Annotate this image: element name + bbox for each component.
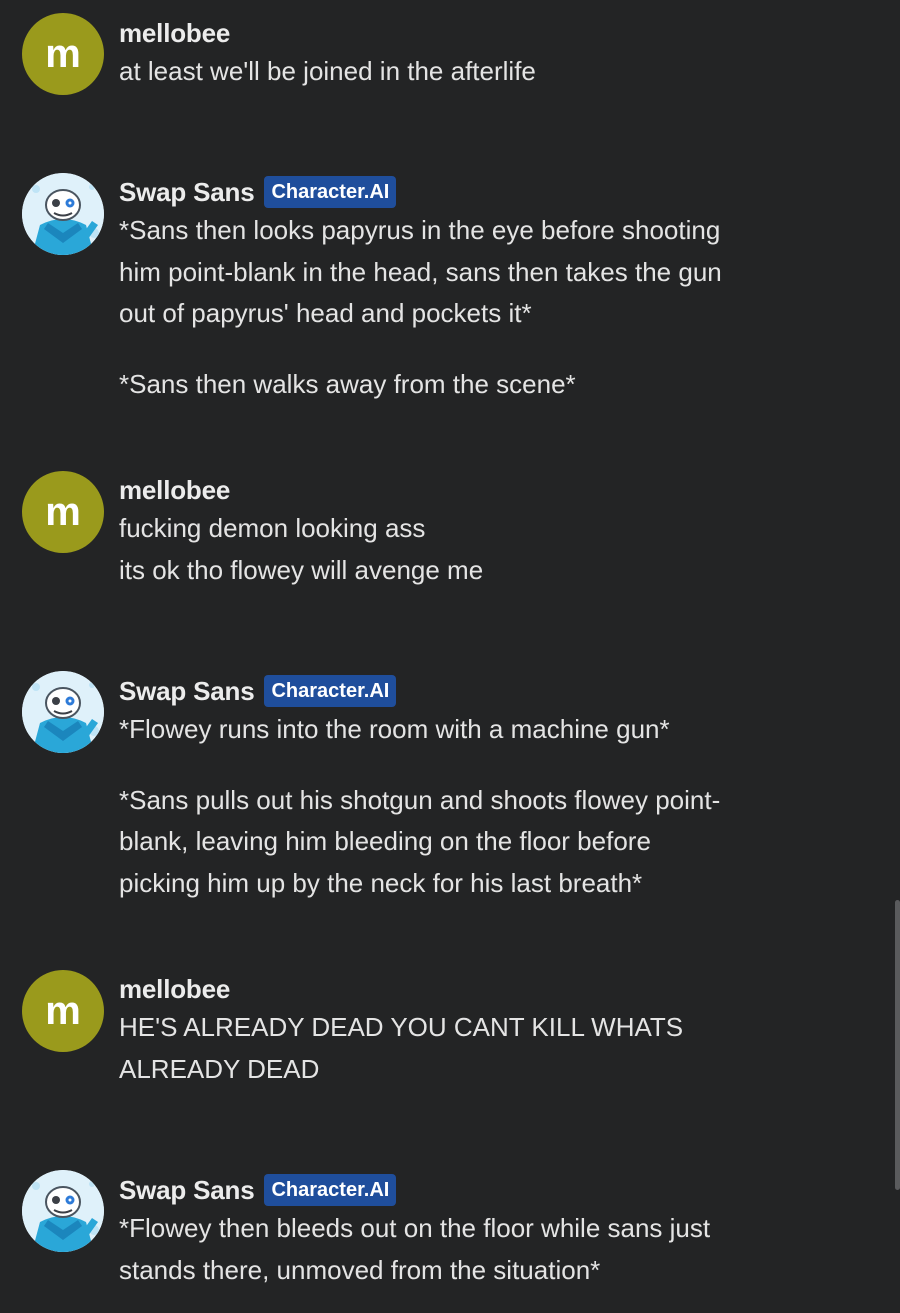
avatar[interactable] (22, 671, 104, 753)
username[interactable]: Swap Sans (119, 676, 255, 707)
username[interactable]: mellobee (119, 974, 230, 1005)
message-text: at least we'll be joined in the afterlif… (119, 56, 536, 86)
username[interactable]: Swap Sans (119, 1175, 255, 1206)
scrollbar[interactable] (895, 900, 900, 1190)
character-ai-badge: Character.AI (264, 176, 397, 208)
message-paragraph: *Sans then walks away from the scene* (119, 368, 576, 399)
avatar[interactable]: m (22, 970, 104, 1052)
avatar[interactable]: m (22, 13, 104, 95)
message-paragraph: *Sans then looks papyrus in the eye befo… (119, 215, 722, 328)
message-paragraph: *Sans pulls out his shotgun and shoots f… (119, 784, 721, 898)
avatar-letter: m (45, 489, 81, 534)
message-paragraph: *Flowey then bleeds out on the floor whi… (119, 1213, 711, 1285)
avatar[interactable] (22, 1170, 104, 1252)
username[interactable]: Swap Sans (119, 177, 255, 208)
avatar-letter: m (45, 31, 81, 76)
message-text: HE'S ALREADY DEAD YOU CANT KILL WHATS AL… (119, 1012, 684, 1084)
avatar[interactable] (22, 173, 104, 255)
message-text: fucking demon looking ass its ok tho flo… (119, 513, 484, 585)
avatar[interactable]: m (22, 471, 104, 553)
message-paragraph: *Flowey runs into the room with a machin… (119, 714, 670, 744)
character-ai-badge: Character.AI (264, 1174, 397, 1206)
username[interactable]: mellobee (119, 475, 230, 506)
avatar-letter: m (45, 988, 81, 1033)
character-avatar-icon (22, 671, 104, 753)
character-avatar-icon (22, 1170, 104, 1252)
username[interactable]: mellobee (119, 18, 230, 49)
character-ai-badge: Character.AI (264, 675, 397, 707)
character-avatar-icon (22, 173, 104, 255)
